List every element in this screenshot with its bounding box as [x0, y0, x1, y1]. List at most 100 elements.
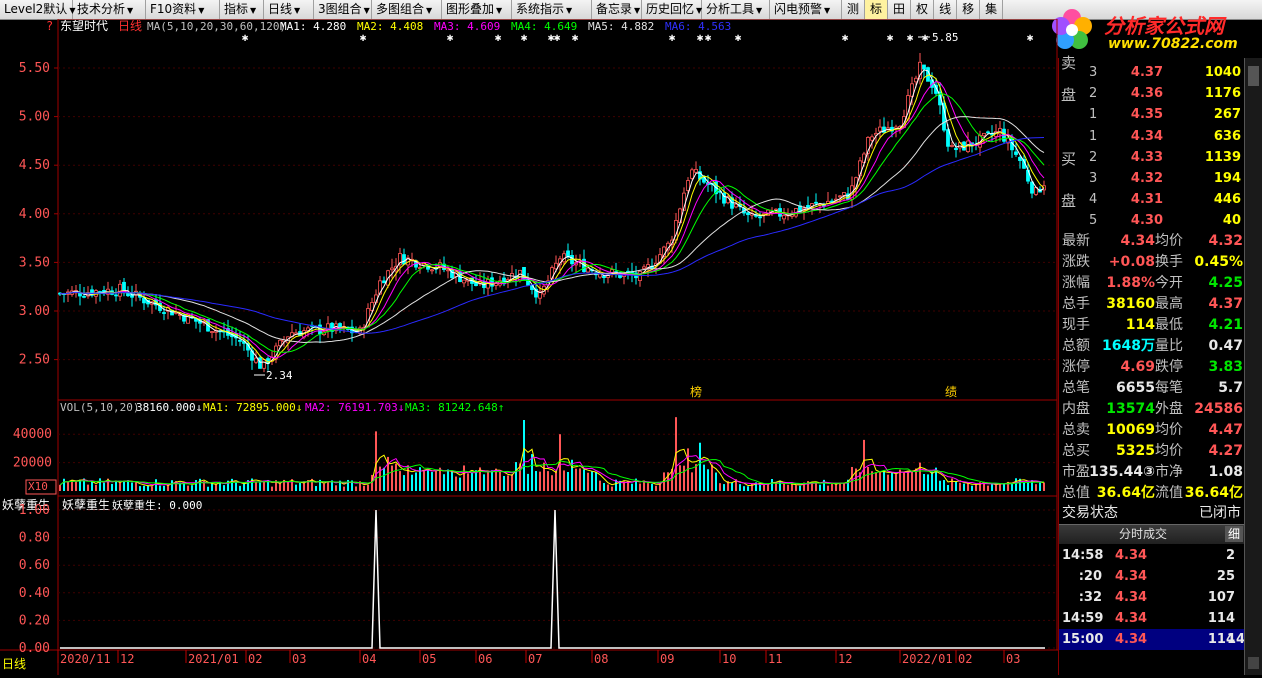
- candle-body[interactable]: [986, 131, 990, 134]
- candle-body[interactable]: [586, 267, 590, 273]
- sell-volume: 1176: [1204, 86, 1241, 101]
- candle-body[interactable]: [210, 331, 214, 333]
- scrollbar-down-arrow[interactable]: [1248, 657, 1259, 669]
- toolbar-item-12[interactable]: 闪电预警 ▼: [770, 0, 842, 19]
- buy-level-row[interactable]: 1 4.34 636: [1059, 126, 1245, 147]
- candle-body[interactable]: [462, 279, 466, 284]
- candle-body[interactable]: [402, 254, 406, 265]
- toolbar-item-2[interactable]: F10资料 ▼: [146, 0, 220, 19]
- toolbar-right-item-0[interactable]: 测: [842, 0, 866, 19]
- chart-area[interactable]: 5.50 5.00 4.50 4.00 3.50 3.00 2.50 东望时代 日线 MA(5,1…: [0, 18, 1058, 675]
- toolbar-item-11[interactable]: 分析工具 ▼: [702, 0, 770, 19]
- toolbar-item-4[interactable]: 日线 ▼: [264, 0, 314, 19]
- tick-row[interactable]: 14:58 4.34 2: [1059, 545, 1245, 566]
- quote-label: 涨幅: [1062, 275, 1090, 291]
- ma-value-label: MA3: 4.609: [434, 20, 500, 33]
- toolbar-right-item-3[interactable]: 权: [911, 0, 935, 19]
- candle-body[interactable]: [814, 201, 818, 204]
- candle-body[interactable]: [746, 212, 750, 216]
- quote-label: 均价: [1155, 443, 1183, 459]
- candle-body[interactable]: [686, 180, 690, 191]
- candle-body[interactable]: [258, 357, 262, 369]
- candle-body[interactable]: [878, 126, 882, 132]
- toolbar-item-5[interactable]: 3图组合 ▼: [314, 0, 372, 19]
- tick-row[interactable]: :20 4.34 25: [1059, 566, 1245, 587]
- toolbar-item-3[interactable]: 指标 ▼: [220, 0, 264, 19]
- candle-body[interactable]: [126, 293, 130, 297]
- candle-body[interactable]: [838, 195, 842, 198]
- sell-level-row[interactable]: 2 4.36 1176: [1059, 83, 1245, 104]
- period-label[interactable]: 日线: [2, 655, 26, 672]
- candle-body[interactable]: [1014, 151, 1018, 155]
- candle-body[interactable]: [870, 136, 874, 141]
- buy-volume: 40: [1222, 213, 1241, 228]
- candle-body[interactable]: [262, 359, 266, 369]
- candle-body[interactable]: [566, 250, 570, 258]
- candle-body[interactable]: [690, 169, 694, 179]
- candle-body[interactable]: [78, 292, 82, 297]
- candle-body[interactable]: [1030, 181, 1034, 194]
- tick-row[interactable]: 15:00 4.34 114 14: [1059, 629, 1245, 650]
- toolbar-right-item-2[interactable]: 田: [888, 0, 912, 19]
- candle-body[interactable]: [602, 275, 606, 279]
- buy-volume: 194: [1213, 171, 1241, 186]
- candle-body[interactable]: [926, 67, 930, 82]
- candle-body[interactable]: [694, 169, 698, 173]
- sell-level-row[interactable]: 3 4.37 1040: [1059, 62, 1245, 83]
- sell-level-row[interactable]: 1 4.35 267: [1059, 104, 1245, 125]
- candle-body[interactable]: [734, 203, 738, 208]
- candle-body[interactable]: [82, 295, 86, 298]
- candle-body[interactable]: [162, 312, 166, 314]
- candle-body[interactable]: [278, 339, 282, 347]
- toolbar-item-10[interactable]: 历史回忆 ▼: [642, 0, 702, 19]
- toolbar-item-0[interactable]: Level2默认 ▼: [0, 0, 75, 19]
- buy-level-row[interactable]: 3 4.32 194: [1059, 168, 1245, 189]
- tick-volume: 114: [1207, 611, 1235, 626]
- candle-body[interactable]: [842, 192, 846, 196]
- tick-volume: 107: [1207, 590, 1235, 605]
- candle-body[interactable]: [390, 267, 394, 271]
- toolbar-item-6[interactable]: 多图组合 ▼: [372, 0, 442, 19]
- tick-row[interactable]: :32 4.34 107: [1059, 587, 1245, 608]
- sell-price: 4.35: [1130, 107, 1163, 122]
- candle-body[interactable]: [950, 145, 954, 147]
- ticks-title[interactable]: 分时成交: [1119, 525, 1167, 544]
- toolbar-item-9[interactable]: 备忘录 ▼: [592, 0, 642, 19]
- toolbar-item-label: 图形叠加: [446, 2, 495, 16]
- candle-body[interactable]: [382, 280, 386, 284]
- candle-body[interactable]: [806, 205, 810, 208]
- toolbar-item-7[interactable]: 图形叠加 ▼: [442, 0, 512, 19]
- candle-body[interactable]: [430, 269, 434, 272]
- toolbar-right-item-4[interactable]: 线: [934, 0, 958, 19]
- candle-body[interactable]: [118, 283, 122, 297]
- candle-body[interactable]: [598, 273, 602, 278]
- kline-chart-svg[interactable]: 5.50 5.00 4.50 4.00 3.50 3.00 2.50 东望时代 日线 MA(5,1…: [0, 18, 1058, 675]
- quote-row: 市盈 135.44③ 市净 1.08: [1059, 462, 1245, 483]
- quote-value: 4.34: [1120, 233, 1155, 249]
- candle-body[interactable]: [982, 132, 986, 137]
- candle-body[interactable]: [642, 266, 646, 269]
- candle-body[interactable]: [238, 339, 242, 342]
- candle-body[interactable]: [254, 357, 258, 363]
- toolbar-right-item-5[interactable]: 移: [957, 0, 981, 19]
- candle-body[interactable]: [782, 214, 786, 220]
- buy-level-row[interactable]: 5 4.30 40: [1059, 210, 1245, 231]
- candle-body[interactable]: [446, 269, 450, 272]
- toolbar-right-item-6[interactable]: 集: [980, 0, 1004, 19]
- tick-row[interactable]: 14:59 4.34 114: [1059, 608, 1245, 629]
- toolbar-item-1[interactable]: 技术分析 ▼: [73, 0, 146, 19]
- scrollbar-thumb[interactable]: [1248, 66, 1259, 86]
- candle-body[interactable]: [914, 77, 918, 83]
- candle-body[interactable]: [758, 216, 762, 219]
- candle-body[interactable]: [954, 147, 958, 151]
- candle-body[interactable]: [1018, 156, 1022, 161]
- scrollbar[interactable]: [1244, 58, 1262, 675]
- buy-level-row[interactable]: 4 4.31 446: [1059, 189, 1245, 210]
- toolbar-right-item-1[interactable]: 标: [865, 0, 889, 19]
- buy-level-row[interactable]: 2 4.33 1139: [1059, 147, 1245, 168]
- ticks-detail-button[interactable]: 细: [1225, 526, 1243, 542]
- help-icon: ?: [46, 19, 53, 33]
- candle-body[interactable]: [114, 294, 118, 297]
- toolbar-item-8[interactable]: 系统指示 ▼: [512, 0, 592, 19]
- candle-body[interactable]: [922, 64, 926, 70]
